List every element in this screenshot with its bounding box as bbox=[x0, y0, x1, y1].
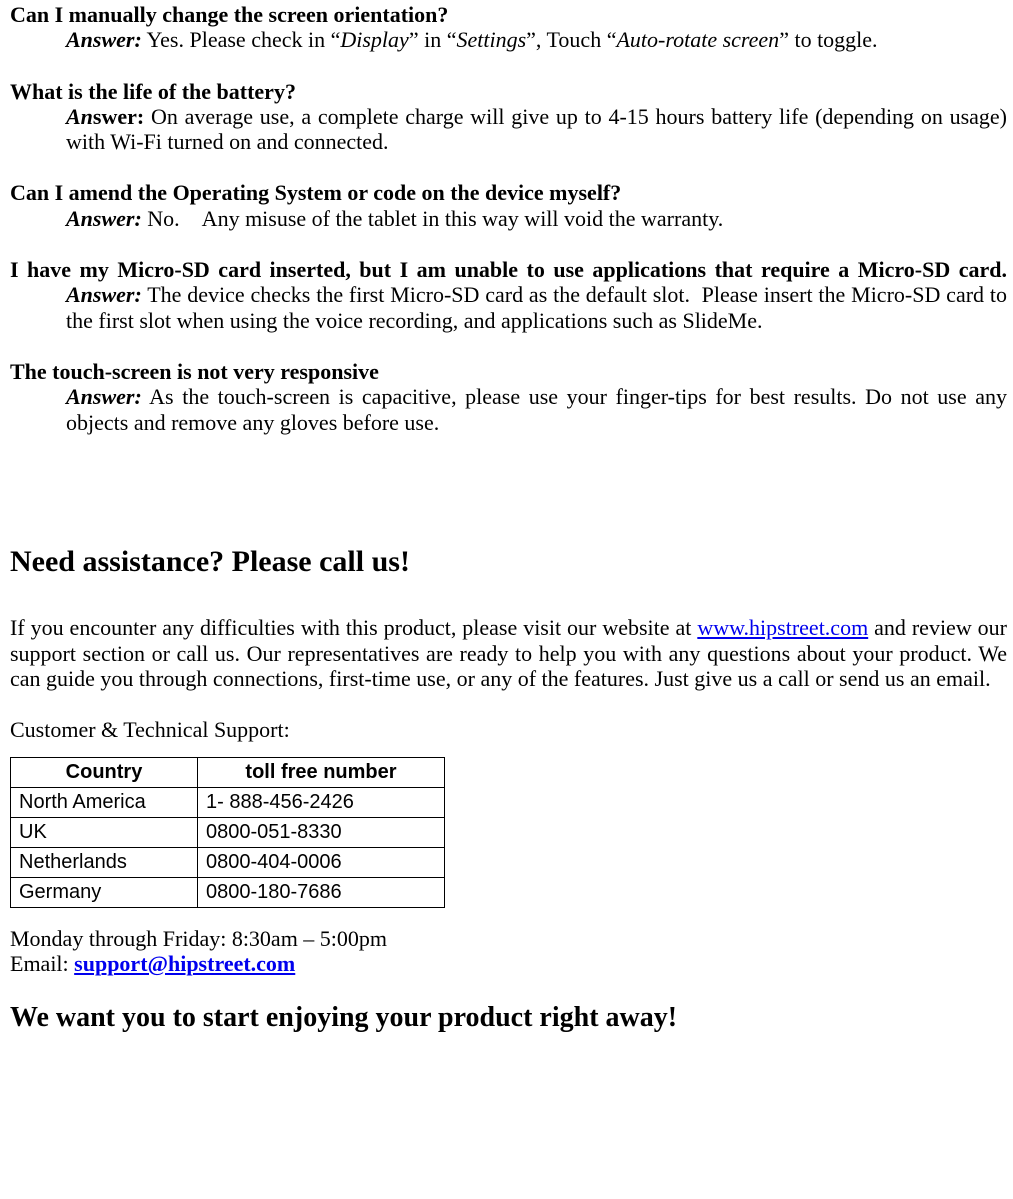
answer-text: The device checks the first Micro-SD car… bbox=[66, 282, 1007, 332]
answer-text: As the touch-screen is capacitive, pleas… bbox=[66, 384, 1007, 434]
country-cell: North America bbox=[11, 787, 198, 817]
table-row: Germany 0800-180-7686 bbox=[11, 877, 445, 907]
number-cell: 0800-051-8330 bbox=[198, 817, 445, 847]
table-row: North America 1- 888-456-2426 bbox=[11, 787, 445, 817]
faq-question-5: The touch-screen is not very responsive bbox=[10, 359, 1007, 384]
country-cell: Netherlands bbox=[11, 847, 198, 877]
faq-answer-4: Answer: The device checks the first Micr… bbox=[66, 282, 1007, 333]
table-header: Country bbox=[11, 757, 198, 787]
answer-text: Display bbox=[340, 27, 408, 52]
assistance-heading: Need assistance? Please call us! bbox=[10, 545, 1007, 580]
answer-text: Auto-rotate screen bbox=[616, 27, 779, 52]
support-hours: Monday through Friday: 8:30am – 5:00pm bbox=[10, 926, 1007, 951]
document-page: Can I manually change the screen orienta… bbox=[0, 0, 1013, 1054]
support-table: Country toll free number North America 1… bbox=[10, 757, 445, 908]
para-text: If you encounter any difficulties with t… bbox=[10, 615, 697, 640]
email-link[interactable]: support@hipstreet.com bbox=[74, 951, 295, 976]
faq-question-4: I have my Micro-SD card inserted, but I … bbox=[10, 257, 1007, 282]
faq-question-1: Can I manually change the screen orienta… bbox=[10, 2, 1007, 27]
assistance-paragraph: If you encounter any difficulties with t… bbox=[10, 615, 1007, 691]
table-row: UK 0800-051-8330 bbox=[11, 817, 445, 847]
email-label: Email: bbox=[10, 951, 74, 976]
answer-label: Answer: bbox=[66, 27, 142, 52]
country-cell: UK bbox=[11, 817, 198, 847]
answer-text: ” to toggle. bbox=[779, 27, 877, 52]
support-label: Customer & Technical Support: bbox=[10, 717, 1007, 742]
website-link[interactable]: www.hipstreet.com bbox=[697, 615, 868, 640]
answer-label: Answer: bbox=[66, 104, 144, 129]
faq-question-2: What is the life of the battery? bbox=[10, 79, 1007, 104]
answer-label: Answer: bbox=[66, 384, 142, 409]
support-email-line: Email: support@hipstreet.com bbox=[10, 951, 1007, 976]
country-cell: Germany bbox=[11, 877, 198, 907]
number-cell: 1- 888-456-2426 bbox=[198, 787, 445, 817]
table-header-row: Country toll free number bbox=[11, 757, 445, 787]
faq-answer-3: Answer: No. Any misuse of the tablet in … bbox=[66, 206, 1007, 231]
closing-heading: We want you to start enjoying your produ… bbox=[10, 1002, 1007, 1034]
table-row: Netherlands 0800-404-0006 bbox=[11, 847, 445, 877]
number-cell: 0800-404-0006 bbox=[198, 847, 445, 877]
faq-question-3: Can I amend the Operating System or code… bbox=[10, 180, 1007, 205]
faq-answer-1: Answer: Yes. Please check in “Display” i… bbox=[66, 27, 1007, 52]
number-cell: 0800-180-7686 bbox=[198, 877, 445, 907]
faq-answer-2: Answer: On average use, a complete charg… bbox=[66, 104, 1007, 155]
faq-answer-5: Answer: As the touch-screen is capacitiv… bbox=[66, 384, 1007, 435]
answer-text: ”, Touch “ bbox=[526, 27, 616, 52]
table-header: toll free number bbox=[198, 757, 445, 787]
answer-label: Answer: bbox=[66, 282, 142, 307]
answer-label: Answer: bbox=[66, 206, 142, 231]
answer-text: On average use, a complete charge will g… bbox=[66, 104, 1007, 154]
answer-text: No. Any misuse of the tablet in this way… bbox=[142, 206, 723, 231]
answer-text: ” in “ bbox=[409, 27, 457, 52]
answer-text: Settings bbox=[456, 27, 526, 52]
answer-text: Yes. Please check in “ bbox=[142, 27, 341, 52]
